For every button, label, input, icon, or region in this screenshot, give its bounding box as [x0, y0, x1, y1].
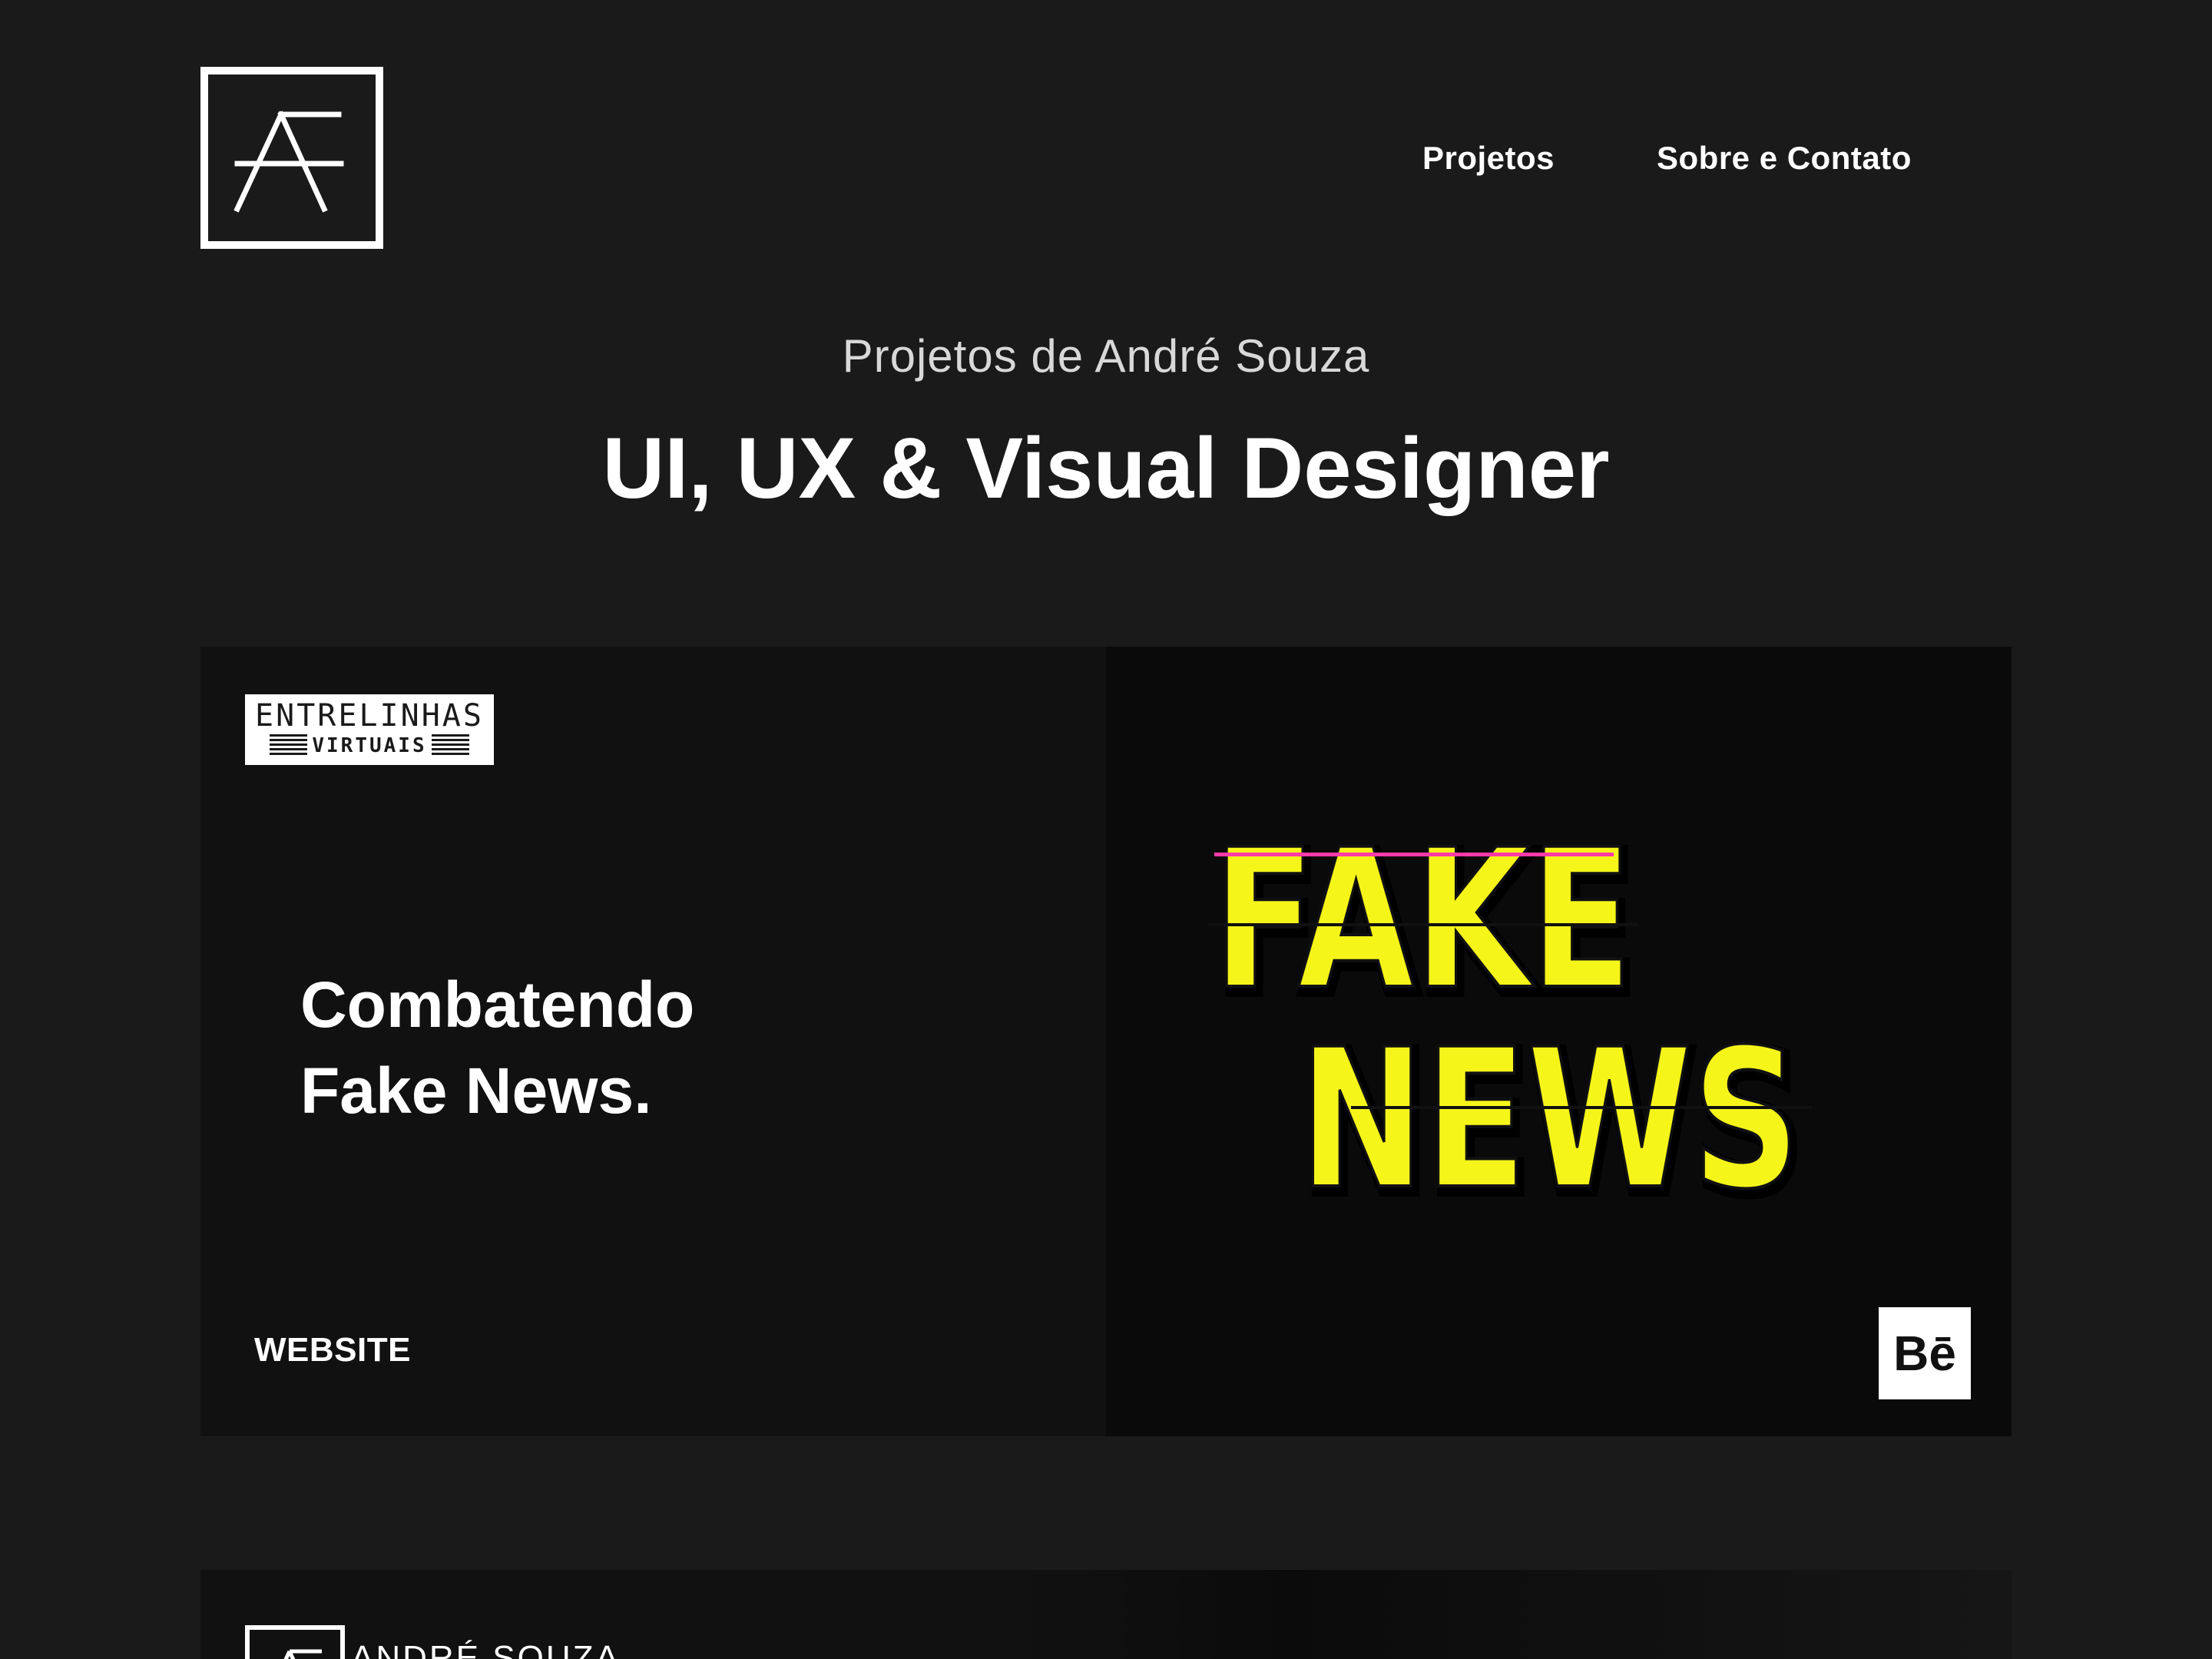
- card-headline-line-2: Fake News.: [300, 1055, 652, 1127]
- card-headline: Combatendo Fake News.: [300, 962, 694, 1134]
- card-headline-line-1: Combatendo: [300, 969, 695, 1041]
- project-card-fake-news[interactable]: ENTRELINHAS VIRTUAIS Combatendo Fake New…: [200, 647, 2012, 1436]
- main-nav: Projetos Sobre e Contato: [0, 135, 2212, 181]
- project-card-andre-souza[interactable]: ANDRÉ SOUZA: [200, 1570, 2012, 1659]
- portfolio-page: Projetos Sobre e Contato Projetos de And…: [0, 0, 2212, 1659]
- page-title: UI, UX & Visual Designer: [602, 420, 1610, 516]
- glitch-line-magenta: [1214, 853, 1614, 856]
- fake-news-artwork: FAKE FAKE NEWS NEWS: [1208, 808, 1812, 1207]
- card-2-brand-name: ANDRÉ SOUZA: [351, 1639, 621, 1659]
- fake-word: FAKE: [1213, 808, 1632, 1031]
- glitch-line-dark-2: [1351, 1106, 1812, 1109]
- entrelinhas-virtuais-logo: ENTRELINHAS VIRTUAIS: [245, 694, 494, 765]
- nav-link-sobre-contato[interactable]: Sobre e Contato: [1657, 135, 1912, 181]
- behance-icon[interactable]: Bē: [1879, 1307, 1971, 1399]
- monogram-ae-small-icon: [283, 1649, 322, 1659]
- brand-name-bottom-wrap: VIRTUAIS: [270, 734, 469, 757]
- brand-name-bottom: VIRTUAIS: [307, 734, 432, 757]
- nav-link-projetos[interactable]: Projetos: [1422, 135, 1555, 181]
- project-type-tag: WEBSITE: [254, 1331, 411, 1369]
- glitch-line-dark: [1208, 923, 1638, 926]
- brand-name-top: ENTRELINHAS: [255, 698, 484, 733]
- hero-subtitle: Projetos de André Souza: [842, 330, 1370, 382]
- andre-souza-monogram-icon: [245, 1625, 345, 1659]
